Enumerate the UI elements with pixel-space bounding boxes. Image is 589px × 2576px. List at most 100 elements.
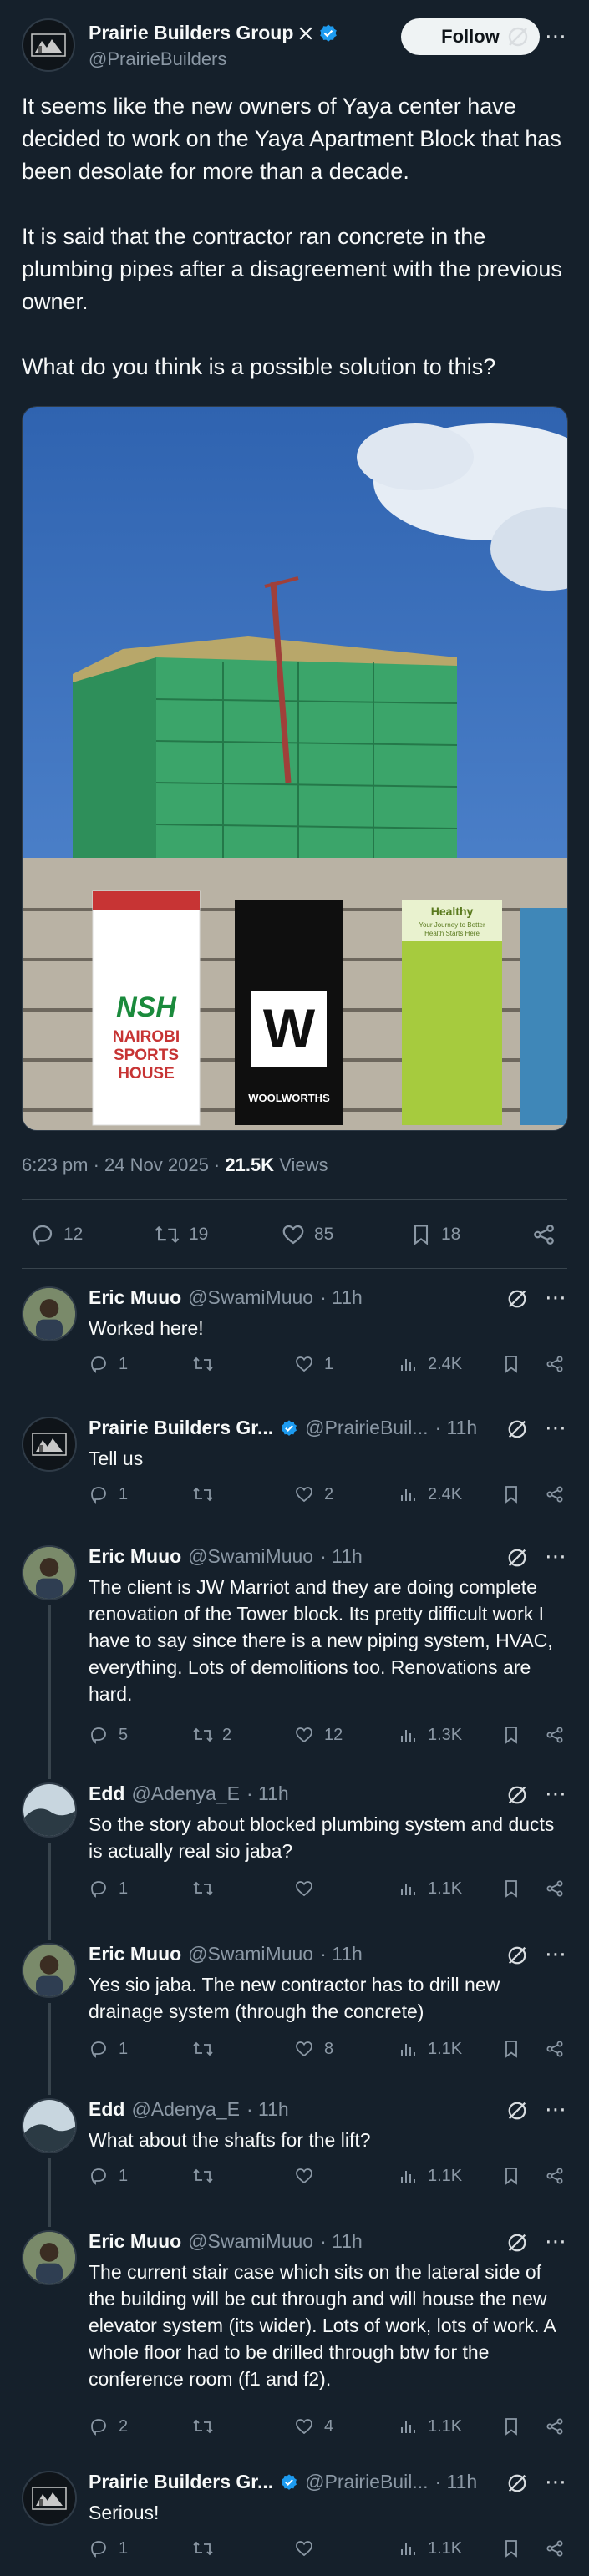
more-options-icon[interactable]: ⋯ — [545, 1941, 566, 1967]
repost-button[interactable] — [192, 2038, 222, 2060]
share-button[interactable] — [545, 1878, 566, 1899]
reply-author-name[interactable]: Eric Muuo — [89, 1943, 181, 1965]
views-button[interactable]: 1.1K — [398, 2538, 462, 2559]
reply-button[interactable]: 5 — [89, 1724, 128, 1746]
reply-time[interactable]: · 11h — [320, 1943, 363, 1965]
grok-icon[interactable] — [506, 1547, 528, 1569]
reply-avatar[interactable] — [22, 1943, 77, 1998]
reply-header[interactable]: Prairie Builders Gr... @PrairieBuil... · 1… — [89, 1417, 477, 1439]
share-button[interactable] — [545, 2165, 566, 2187]
repost-button[interactable] — [192, 2538, 222, 2559]
views-button[interactable]: 1.1K — [398, 2416, 462, 2437]
grok-icon[interactable] — [506, 25, 530, 48]
reply-header[interactable]: Eric Muuo @SwamiMuuo · 11h — [89, 1286, 363, 1309]
more-options-icon[interactable]: ⋯ — [545, 1781, 566, 1807]
grok-icon[interactable] — [506, 2472, 528, 2494]
views-button[interactable]: 1.1K — [398, 2165, 462, 2187]
share-button[interactable] — [545, 1353, 566, 1375]
reply-header[interactable]: Eric Muuo @SwamiMuuo · 11h — [89, 1943, 363, 1965]
grok-icon[interactable] — [506, 1418, 528, 1440]
reply-time[interactable]: · 11h — [435, 1417, 478, 1439]
reply-avatar[interactable] — [22, 1286, 77, 1341]
reply-avatar[interactable] — [22, 1545, 77, 1600]
reply-header[interactable]: Edd @Adenya_E · 11h — [89, 2098, 289, 2121]
repost-button[interactable] — [192, 2165, 222, 2187]
repost-button[interactable] — [192, 1483, 222, 1505]
author-name[interactable]: Prairie Builders Group — [89, 22, 293, 44]
like-button[interactable]: 1 — [294, 1353, 333, 1375]
bookmark-button[interactable] — [501, 2165, 523, 2187]
grok-icon[interactable] — [506, 1784, 528, 1806]
bookmark-button[interactable] — [501, 1724, 523, 1746]
share-button[interactable] — [545, 2538, 566, 2559]
reply-author-handle[interactable]: @SwamiMuuo — [188, 2230, 313, 2253]
reply-avatar[interactable] — [22, 2230, 77, 2285]
like-button[interactable]: 4 — [294, 2416, 333, 2437]
author-handle[interactable]: @PrairieBuilders — [89, 48, 226, 70]
views-button[interactable]: 2.4K — [398, 1353, 462, 1375]
reply-avatar[interactable] — [22, 2098, 77, 2153]
reply-author-handle[interactable]: @PrairieBuil... — [305, 1417, 428, 1439]
share-button[interactable] — [545, 1724, 566, 1746]
repost-button[interactable] — [192, 1353, 222, 1375]
views-button[interactable]: 2.4K — [398, 1483, 462, 1505]
reply-avatar[interactable] — [22, 2471, 77, 2526]
reply-author-name[interactable]: Prairie Builders Gr... — [89, 2471, 273, 2493]
reply-author-handle[interactable]: @SwamiMuuo — [188, 1286, 313, 1309]
like-button[interactable]: 85 — [281, 1222, 333, 1247]
grok-icon[interactable] — [506, 2232, 528, 2254]
bookmark-button[interactable] — [501, 2038, 523, 2060]
like-button[interactable] — [294, 2538, 324, 2559]
reply-author-handle[interactable]: @Adenya_E — [131, 2098, 240, 2121]
reply-author-name[interactable]: Edd — [89, 2098, 124, 2121]
reply-time[interactable]: · 11h — [320, 1286, 363, 1309]
share-button[interactable] — [545, 1483, 566, 1505]
more-options-icon[interactable]: ⋯ — [545, 23, 567, 49]
bookmark-button[interactable] — [501, 2538, 523, 2559]
more-options-icon[interactable]: ⋯ — [545, 2229, 566, 2254]
share-button[interactable] — [545, 2038, 566, 2060]
reply-header[interactable]: Edd @Adenya_E · 11h — [89, 1782, 289, 1805]
reply-time[interactable]: · 11h — [435, 2471, 478, 2493]
share-button[interactable] — [545, 2416, 566, 2437]
reply-author-name[interactable]: Eric Muuo — [89, 2230, 181, 2253]
reply-author-name[interactable]: Eric Muuo — [89, 1545, 181, 1568]
reply-time[interactable]: · 11h — [320, 2230, 363, 2253]
reply-header[interactable]: Eric Muuo @SwamiMuuo · 11h — [89, 2230, 363, 2253]
views-button[interactable]: 1.1K — [398, 1878, 462, 1899]
more-options-icon[interactable]: ⋯ — [545, 1415, 566, 1441]
grok-icon[interactable] — [506, 1945, 528, 1966]
author-name-row[interactable]: Prairie Builders Group — [89, 22, 338, 44]
bookmark-button[interactable]: 18 — [409, 1222, 460, 1247]
reply-time[interactable]: · 11h — [246, 2098, 289, 2121]
repost-button[interactable]: 19 — [154, 1222, 208, 1247]
reply-time[interactable]: · 11h — [320, 1545, 363, 1568]
bookmark-button[interactable] — [501, 2416, 523, 2437]
reply-header[interactable]: Prairie Builders Gr... @PrairieBuil... · 1… — [89, 2471, 477, 2493]
reply-button[interactable]: 1 — [89, 2038, 128, 2060]
reply-author-name[interactable]: Edd — [89, 1782, 124, 1805]
views-button[interactable]: 1.1K — [398, 2038, 462, 2060]
reply-button[interactable]: 1 — [89, 2538, 128, 2559]
reply-button[interactable]: 12 — [30, 1222, 83, 1247]
share-button[interactable] — [531, 1222, 556, 1247]
more-options-icon[interactable]: ⋯ — [545, 2097, 566, 2122]
like-button[interactable]: 2 — [294, 1483, 333, 1505]
reply-avatar[interactable] — [22, 1782, 77, 1838]
reply-author-handle[interactable]: @SwamiMuuo — [188, 1545, 313, 1568]
reply-time[interactable]: · 11h — [246, 1782, 289, 1805]
reply-author-handle[interactable]: @Adenya_E — [131, 1782, 240, 1805]
reply-author-name[interactable]: Prairie Builders Gr... — [89, 1417, 273, 1439]
grok-icon[interactable] — [506, 2100, 528, 2122]
reply-button[interactable]: 1 — [89, 2165, 128, 2187]
reply-button[interactable]: 1 — [89, 1353, 128, 1375]
reply-button[interactable]: 1 — [89, 1878, 128, 1899]
more-options-icon[interactable]: ⋯ — [545, 2469, 566, 2495]
repost-button[interactable] — [192, 2416, 222, 2437]
grok-icon[interactable] — [506, 1288, 528, 1310]
repost-button[interactable]: 2 — [192, 1724, 231, 1746]
like-button[interactable]: 12 — [294, 1724, 343, 1746]
more-options-icon[interactable]: ⋯ — [545, 1544, 566, 1569]
like-button[interactable]: 8 — [294, 2038, 333, 2060]
author-avatar[interactable] — [22, 18, 75, 72]
